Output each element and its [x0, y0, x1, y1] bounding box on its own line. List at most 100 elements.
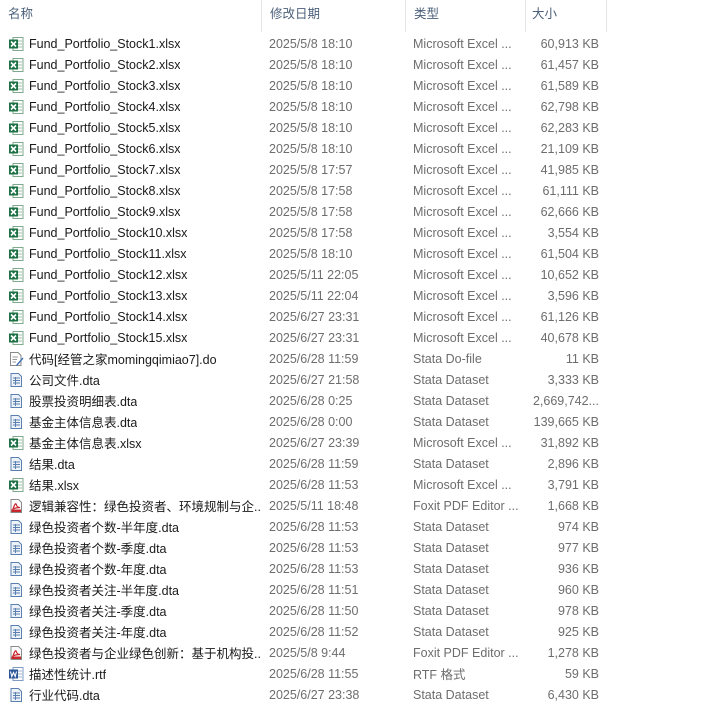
file-name-cell[interactable]: Fund_Portfolio_Stock9.xlsx: [0, 204, 262, 220]
file-row[interactable]: 公司文件.dta 2025/6/27 21:58 Stata Dataset 3,33…: [0, 369, 607, 390]
file-name-cell[interactable]: Fund_Portfolio_Stock5.xlsx: [0, 120, 262, 136]
file-name-cell[interactable]: Fund_Portfolio_Stock10.xlsx: [0, 225, 262, 241]
file-type: Stata Dataset: [413, 414, 489, 429]
stata-dataset-icon: [8, 414, 24, 430]
file-row[interactable]: Fund_Portfolio_Stock8.xlsx 2025/5/8 17:58…: [0, 180, 607, 201]
column-header-date[interactable]: 修改日期: [262, 0, 406, 32]
file-row[interactable]: Fund_Portfolio_Stock1.xlsx 2025/5/8 18:10…: [0, 33, 607, 54]
file-size: 2,669,742...: [532, 393, 599, 408]
file-date: 2025/5/8 18:10: [269, 120, 353, 135]
file-name-cell[interactable]: 描述性统计.rtf: [0, 664, 262, 683]
file-name-cell[interactable]: 股票投资明细表.dta: [0, 391, 262, 410]
file-type: Stata Dataset: [413, 603, 489, 618]
file-row[interactable]: Fund_Portfolio_Stock11.xlsx 2025/5/8 18:1…: [0, 243, 607, 264]
file-name-cell[interactable]: 绿色投资者关注-年度.dta: [0, 622, 262, 641]
stata-dataset-icon: [8, 519, 24, 535]
excel-icon: [8, 99, 24, 115]
file-name-cell[interactable]: Fund_Portfolio_Stock12.xlsx: [0, 267, 262, 283]
file-date: 2025/6/28 11:59: [269, 351, 359, 366]
excel-icon: [8, 435, 24, 451]
file-name-cell[interactable]: 绿色投资者个数-季度.dta: [0, 538, 262, 557]
file-name-cell[interactable]: Fund_Portfolio_Stock6.xlsx: [0, 141, 262, 157]
file-size: 3,554 KB: [547, 225, 599, 240]
file-row[interactable]: Fund_Portfolio_Stock10.xlsx 2025/5/8 17:5…: [0, 222, 607, 243]
file-row[interactable]: Fund_Portfolio_Stock2.xlsx 2025/5/8 18:10…: [0, 54, 607, 75]
column-header-size[interactable]: 大小: [526, 0, 607, 32]
stata-dataset-icon: [8, 603, 24, 619]
file-row[interactable]: 逻辑兼容性：绿色投资者、环境规制与企... 2025/5/11 18:48 Foxi…: [0, 495, 607, 516]
file-type: Foxit PDF Editor ...: [413, 645, 519, 660]
file-name-cell[interactable]: 行业代码.dta: [0, 685, 262, 704]
file-name-cell[interactable]: 基金主体信息表.xlsx: [0, 433, 262, 452]
file-row[interactable]: Fund_Portfolio_Stock5.xlsx 2025/5/8 18:10…: [0, 117, 607, 138]
file-row[interactable]: Fund_Portfolio_Stock15.xlsx 2025/6/27 23:…: [0, 327, 607, 348]
file-name-cell[interactable]: Fund_Portfolio_Stock4.xlsx: [0, 99, 262, 115]
file-row[interactable]: Fund_Portfolio_Stock13.xlsx 2025/5/11 22:…: [0, 285, 607, 306]
file-row[interactable]: 基金主体信息表.dta 2025/6/28 0:00 Stata Dataset 13…: [0, 411, 607, 432]
file-type: Microsoft Excel ...: [413, 162, 512, 177]
file-row[interactable]: 绿色投资者个数-半年度.dta 2025/6/28 11:53 Stata Data…: [0, 516, 607, 537]
file-name-cell[interactable]: 代码[经管之家momingqimiao7].do: [0, 349, 262, 368]
file-name: Fund_Portfolio_Stock14.xlsx: [29, 309, 188, 324]
file-size: 3,791 KB: [547, 477, 599, 492]
file-name-cell[interactable]: Fund_Portfolio_Stock15.xlsx: [0, 330, 262, 346]
excel-icon: [8, 78, 24, 94]
file-row[interactable]: 结果.dta 2025/6/28 11:59 Stata Dataset 2,896 …: [0, 453, 607, 474]
file-name-cell[interactable]: 绿色投资者个数-半年度.dta: [0, 517, 262, 536]
file-name-cell[interactable]: 绿色投资者关注-季度.dta: [0, 601, 262, 620]
file-row[interactable]: 绿色投资者个数-年度.dta 2025/6/28 11:53 Stata Datas…: [0, 558, 607, 579]
file-size: 59 KB: [564, 666, 599, 681]
file-row[interactable]: 绿色投资者个数-季度.dta 2025/6/28 11:53 Stata Datas…: [0, 537, 607, 558]
file-row[interactable]: 基金主体信息表.xlsx 2025/6/27 23:39 Microsoft Exc…: [0, 432, 607, 453]
file-name-cell[interactable]: Fund_Portfolio_Stock7.xlsx: [0, 162, 262, 178]
file-row[interactable]: 结果.xlsx 2025/6/28 11:53 Microsoft Excel ..…: [0, 474, 607, 495]
file-row[interactable]: Fund_Portfolio_Stock7.xlsx 2025/5/8 17:57…: [0, 159, 607, 180]
file-name-cell[interactable]: 公司文件.dta: [0, 370, 262, 389]
file-list: Fund_Portfolio_Stock1.xlsx 2025/5/8 18:10…: [0, 33, 607, 705]
file-row[interactable]: 行业代码.dta 2025/6/27 23:38 Stata Dataset 6,43…: [0, 684, 607, 705]
file-name-cell[interactable]: Fund_Portfolio_Stock2.xlsx: [0, 57, 262, 73]
file-name-cell[interactable]: Fund_Portfolio_Stock3.xlsx: [0, 78, 262, 94]
file-name-cell[interactable]: 结果.dta: [0, 454, 262, 473]
file-row[interactable]: 股票投资明细表.dta 2025/6/28 0:25 Stata Dataset 2,…: [0, 390, 607, 411]
file-row[interactable]: 绿色投资者关注-年度.dta 2025/6/28 11:52 Stata Datas…: [0, 621, 607, 642]
excel-icon: [8, 246, 24, 262]
file-row[interactable]: 绿色投资者关注-季度.dta 2025/6/28 11:50 Stata Datas…: [0, 600, 607, 621]
column-header-name[interactable]: 名称 ^: [0, 0, 262, 32]
file-name-cell[interactable]: Fund_Portfolio_Stock11.xlsx: [0, 246, 262, 262]
excel-icon: [8, 120, 24, 136]
excel-icon: [8, 57, 24, 73]
file-date: 2025/5/8 17:58: [269, 183, 353, 198]
file-size: 2,896 KB: [547, 456, 599, 471]
file-name-cell[interactable]: 逻辑兼容性：绿色投资者、环境规制与企...: [0, 496, 262, 515]
file-name-cell[interactable]: 绿色投资者个数-年度.dta: [0, 559, 262, 578]
file-type: Microsoft Excel ...: [413, 267, 512, 282]
file-row[interactable]: Fund_Portfolio_Stock12.xlsx 2025/5/11 22:…: [0, 264, 607, 285]
file-name-cell[interactable]: 基金主体信息表.dta: [0, 412, 262, 431]
file-name: Fund_Portfolio_Stock5.xlsx: [29, 120, 181, 135]
file-date: 2025/5/8 17:58: [269, 225, 353, 240]
file-name-cell[interactable]: 绿色投资者与企业绿色创新：基于机构投...: [0, 643, 262, 662]
file-row[interactable]: 绿色投资者关注-半年度.dta 2025/6/28 11:51 Stata Data…: [0, 579, 607, 600]
file-name-cell[interactable]: 结果.xlsx: [0, 475, 262, 494]
file-name-cell[interactable]: Fund_Portfolio_Stock8.xlsx: [0, 183, 262, 199]
stata-dataset-icon: [8, 393, 24, 409]
file-name: Fund_Portfolio_Stock1.xlsx: [29, 36, 181, 51]
file-row[interactable]: Fund_Portfolio_Stock9.xlsx 2025/5/8 17:58…: [0, 201, 607, 222]
file-row[interactable]: 代码[经管之家momingqimiao7].do 2025/6/28 11:59 S…: [0, 348, 607, 369]
file-row[interactable]: Fund_Portfolio_Stock4.xlsx 2025/5/8 18:10…: [0, 96, 607, 117]
file-type: Microsoft Excel ...: [413, 225, 512, 240]
file-row[interactable]: Fund_Portfolio_Stock3.xlsx 2025/5/8 18:10…: [0, 75, 607, 96]
file-name-cell[interactable]: Fund_Portfolio_Stock14.xlsx: [0, 309, 262, 325]
file-name-cell[interactable]: 绿色投资者关注-半年度.dta: [0, 580, 262, 599]
column-header-type[interactable]: 类型: [406, 0, 526, 32]
file-row[interactable]: 描述性统计.rtf 2025/6/28 11:55 RTF 格式 59 KB: [0, 663, 607, 684]
file-name-cell[interactable]: Fund_Portfolio_Stock13.xlsx: [0, 288, 262, 304]
file-row[interactable]: 绿色投资者与企业绿色创新：基于机构投... 2025/5/8 9:44 Foxit …: [0, 642, 607, 663]
file-name: Fund_Portfolio_Stock13.xlsx: [29, 288, 188, 303]
file-name: 描述性统计.rtf: [29, 668, 107, 682]
file-row[interactable]: Fund_Portfolio_Stock14.xlsx 2025/6/27 23:…: [0, 306, 607, 327]
file-name-cell[interactable]: Fund_Portfolio_Stock1.xlsx: [0, 36, 262, 52]
file-row[interactable]: Fund_Portfolio_Stock6.xlsx 2025/5/8 18:10…: [0, 138, 607, 159]
column-header-bar: 名称 ^ 修改日期 类型 大小: [0, 0, 607, 32]
